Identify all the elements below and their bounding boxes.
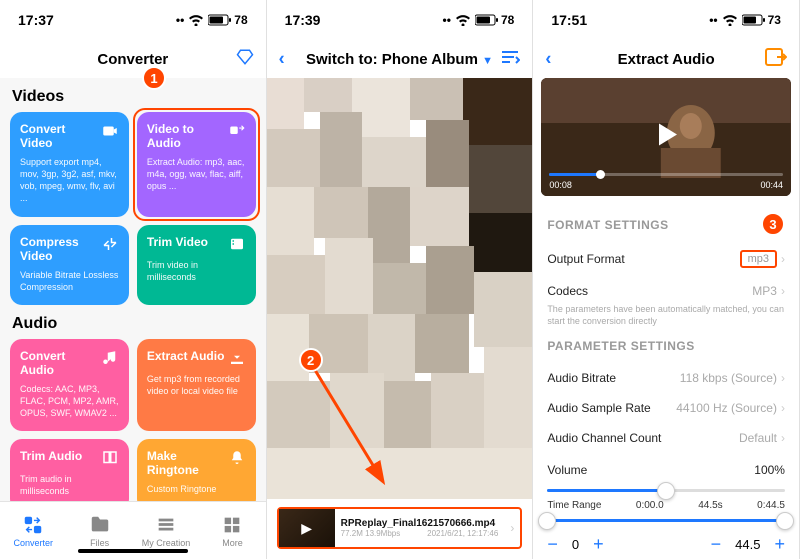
stepper-start: − 0 +	[547, 534, 603, 555]
audio-icon	[101, 349, 119, 367]
status-time: 17:51	[551, 12, 587, 28]
stepper-end-value: 44.5	[735, 537, 760, 552]
stepper-start-value: 0	[572, 537, 579, 552]
stepper-plus[interactable]: +	[593, 534, 604, 555]
convert-icon	[228, 122, 246, 140]
chevron-right-icon: ›	[781, 401, 785, 415]
more-icon	[221, 514, 243, 536]
video-progress[interactable]	[549, 173, 783, 176]
time-range-end: 0:44.5	[757, 500, 785, 511]
panel-album: 17:39 •• 78 ‹ Switch to: Phone Album ▼	[267, 0, 534, 559]
stepper-end: − 44.5 +	[711, 534, 785, 555]
nav-bar: ‹ Extract Audio	[533, 40, 799, 78]
file-size: 77.2M 13.9Mbps	[341, 529, 401, 538]
chevron-right-icon: ›	[781, 371, 785, 385]
nav-title: Extract Audio	[618, 51, 715, 68]
card-extract-audio[interactable]: Extract Audio Get mp3 from recorded vide…	[137, 339, 256, 431]
stepper-minus[interactable]: −	[547, 534, 558, 555]
files-icon	[89, 514, 111, 536]
nav-bar: ‹ Switch to: Phone Album ▼	[267, 40, 533, 78]
file-thumbnail: ▶	[279, 509, 335, 547]
codecs-hint: The parameters have been automatically m…	[547, 304, 785, 327]
video-icon	[101, 122, 119, 140]
card-convert-video[interactable]: Convert Video Support export mp4, mov, 3…	[10, 112, 129, 217]
nav-bar: Converter	[0, 40, 266, 78]
stepper-minus[interactable]: −	[711, 534, 722, 555]
row-codecs[interactable]: Codecs MP3›	[547, 276, 785, 306]
status-bar: 17:39 •• 78	[267, 0, 533, 40]
videos-grid: Convert Video Support export mp4, mov, 3…	[0, 112, 266, 305]
chevron-right-icon: ›	[781, 284, 785, 298]
chevron-right-icon: ›	[781, 252, 785, 266]
chevron-right-icon: ›	[504, 521, 520, 535]
chevron-down-icon: ▼	[482, 55, 493, 67]
selected-file-row[interactable]: ▶ RPReplay_Final1621570666.mp4 77.2M 13.…	[277, 507, 523, 549]
steppers-row: − 0 + − 44.5 +	[547, 534, 785, 555]
status-time: 17:39	[285, 12, 321, 28]
output-format-value: mp3	[740, 250, 777, 268]
status-bar: 17:37 •• 78	[0, 0, 266, 40]
card-trim-video[interactable]: Trim Video Trim video in milliseconds	[137, 225, 256, 305]
row-bitrate[interactable]: Audio Bitrate 118 kbps (Source)›	[547, 363, 785, 393]
status-icons: •• 73	[709, 13, 781, 27]
card-convert-audio[interactable]: Convert Audio Codecs: AAC, MP3, FLAC, PC…	[10, 339, 129, 431]
time-range-label: Time Range	[547, 500, 601, 511]
download-icon	[228, 349, 246, 367]
annotation-badge-1: 1	[142, 66, 166, 90]
back-button[interactable]: ‹	[545, 49, 551, 70]
section-videos: Videos	[0, 78, 266, 112]
settings-panel: FORMAT SETTINGS 3 Output Format mp3› Cod…	[533, 196, 799, 559]
format-settings-header: FORMAT SETTINGS	[547, 218, 668, 232]
chevron-right-icon: ›	[781, 431, 785, 445]
time-range-start: 0:00.0	[636, 500, 664, 511]
export-button[interactable]	[765, 48, 787, 70]
time-range-row: Time Range 0:00.0 44.5s 0:44.5	[547, 500, 785, 522]
play-button[interactable]	[649, 118, 683, 157]
time-range-mid: 44.5s	[698, 500, 722, 511]
file-name: RPReplay_Final1621570666.mp4	[341, 518, 499, 529]
compress-icon	[101, 235, 119, 253]
status-icons: •• 78	[443, 13, 515, 27]
time-range-slider[interactable]	[547, 519, 785, 522]
video-total-time: 00:44	[760, 180, 783, 190]
tab-converter[interactable]: Converter	[0, 502, 66, 559]
volume-slider[interactable]	[547, 489, 785, 492]
video-current-time: 00:08	[549, 180, 572, 190]
row-channel-count[interactable]: Audio Channel Count Default›	[547, 423, 785, 453]
audio-grid: Convert Audio Codecs: AAC, MP3, FLAC, PC…	[0, 339, 266, 511]
annotation-badge-2: 2	[299, 348, 323, 372]
tab-more[interactable]: More	[199, 502, 265, 559]
diamond-icon[interactable]	[236, 48, 254, 70]
home-indicator	[78, 549, 188, 553]
volume-slider-row: Volume 100%	[547, 459, 785, 492]
status-bar: 17:51 •• 73	[533, 0, 799, 40]
creation-icon	[155, 514, 177, 536]
section-audio: Audio	[0, 305, 266, 339]
card-compress-video[interactable]: Compress Video Variable Bitrate Lossless…	[10, 225, 129, 305]
bell-icon	[228, 449, 246, 467]
annotation-badge-3: 3	[761, 212, 785, 236]
book-icon	[101, 449, 119, 467]
volume-value: 100%	[754, 463, 785, 477]
card-video-to-audio[interactable]: Video to Audio Extract Audio: mp3, aac, …	[137, 112, 256, 217]
sort-button[interactable]	[500, 49, 520, 69]
panel-converter: 17:37 •• 78 Converter 1 Videos Convert V…	[0, 0, 267, 559]
video-player[interactable]: 00:08 00:44	[541, 78, 791, 196]
trim-icon	[228, 235, 246, 253]
status-icons: •• 78	[176, 13, 248, 27]
row-sample-rate[interactable]: Audio Sample Rate 44100 Hz (Source)›	[547, 393, 785, 423]
row-output-format[interactable]: Output Format mp3›	[547, 242, 785, 276]
nav-title[interactable]: Switch to: Phone Album ▼	[306, 51, 493, 68]
stepper-plus[interactable]: +	[774, 534, 785, 555]
panel-extract-audio: 17:51 •• 73 ‹ Extract Audio 00:08	[533, 0, 800, 559]
status-time: 17:37	[18, 12, 54, 28]
annotation-arrow	[307, 362, 397, 492]
back-button[interactable]: ‹	[279, 49, 285, 70]
parameter-settings-header: PARAMETER SETTINGS	[547, 339, 785, 353]
nav-title: Converter	[97, 51, 168, 68]
converter-icon	[22, 514, 44, 536]
file-date: 2021/6/21, 12:17:46	[427, 529, 498, 538]
volume-label: Volume	[547, 463, 587, 477]
